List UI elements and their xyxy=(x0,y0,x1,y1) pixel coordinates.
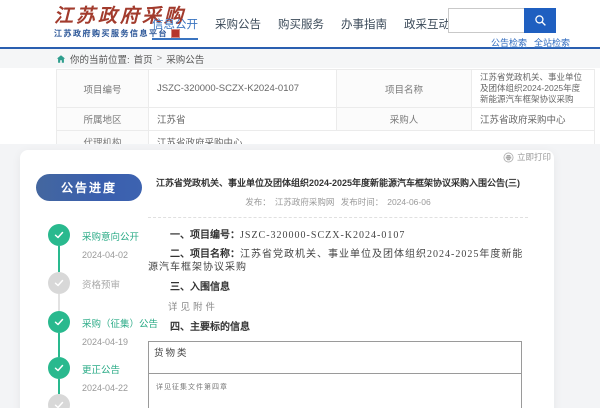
breadcrumb-prefix: 你的当前位置: xyxy=(70,52,130,66)
project-name-value: 江苏省党政机关、事业单位及团体组织2024-2025年度新能源汽车框架协议采购 xyxy=(472,70,595,108)
site-header: 江苏政府采购 江苏政府购买服务信息平台 信息公开 采购公告 购买服务 办事指南 … xyxy=(0,0,600,49)
meta-time-value: 2024-06-06 xyxy=(387,197,430,207)
magnifier-icon xyxy=(534,14,547,27)
breadcrumb-separator: > xyxy=(157,53,163,64)
goods-box: 货物类 详见征集文件第四章 xyxy=(148,341,522,408)
timeline-connector xyxy=(58,379,60,394)
search-links: 公告检索 全站检索 xyxy=(491,36,570,49)
nav-item-information-disclosure[interactable]: 信息公开 xyxy=(152,16,198,32)
meta-source-link[interactable]: 江苏政府采购网 xyxy=(275,197,335,207)
check-icon xyxy=(48,224,70,246)
project-number-value: JSZC-320000-SCZX-K2024-0107 xyxy=(149,70,337,108)
table-row: 所属地区 江苏省 采购人 江苏省政府采购中心 xyxy=(57,108,595,131)
search-input[interactable] xyxy=(448,8,524,33)
section-project-number: 一、项目编号：JSZC-320000-SCZX-K2024-0107 xyxy=(148,229,528,242)
project-info-table: 项目编号 JSZC-320000-SCZX-K2024-0107 项目名称 江苏… xyxy=(56,69,595,154)
timeline-connector xyxy=(58,246,60,272)
check-icon xyxy=(48,311,70,333)
announcement-article: 江苏省党政机关、事业单位及团体组织2024-2025年度新能源汽车框架协议采购入… xyxy=(148,150,528,408)
article-meta: 发布： 江苏政府采购网 发布时间：2024-06-06 xyxy=(148,196,528,208)
nav-item-procurement-announcements[interactable]: 采购公告 xyxy=(215,16,261,32)
purchaser-value: 江苏省政府采购中心 xyxy=(472,108,595,131)
purchaser-label: 采购人 xyxy=(337,108,472,131)
announcement-search-link[interactable]: 公告检索 xyxy=(491,36,527,49)
divider xyxy=(148,217,528,218)
site-search-link[interactable]: 全站检索 xyxy=(534,36,570,49)
meta-time-label: 发布时间： xyxy=(341,197,384,207)
goods-note: 详见征集文件第四章 xyxy=(149,374,521,408)
see-attachment-text: 详见附件 xyxy=(148,299,528,313)
check-icon xyxy=(48,272,70,294)
search-box xyxy=(448,8,556,33)
table-row: 项目编号 JSZC-320000-SCZX-K2024-0107 项目名称 江苏… xyxy=(57,70,595,108)
page: 江苏政府采购 江苏政府购买服务信息平台 信息公开 采购公告 购买服务 办事指南 … xyxy=(0,0,600,408)
house-icon xyxy=(56,54,66,64)
breadcrumb-current: 采购公告 xyxy=(166,52,204,66)
breadcrumb: 你的当前位置: 首页 > 采购公告 xyxy=(0,49,600,68)
article-title: 江苏省党政机关、事业单位及团体组织2024-2025年度新能源汽车框架协议采购入… xyxy=(148,176,528,189)
section-subject-info: 四、主要标的信息 xyxy=(148,321,528,334)
region-label: 所属地区 xyxy=(57,108,149,131)
timeline-connector xyxy=(58,333,60,357)
nav-item-service-guide[interactable]: 办事指南 xyxy=(341,16,387,32)
region-value: 江苏省 xyxy=(149,108,337,131)
breadcrumb-home-link[interactable]: 首页 xyxy=(134,52,153,66)
logo-subtitle: 江苏政府购买服务信息平台 xyxy=(54,28,168,39)
check-icon xyxy=(48,357,70,379)
goods-category: 货物类 xyxy=(149,342,521,374)
progress-panel-title: 公告进度 xyxy=(36,174,142,201)
section-project-name: 二、项目名称：江苏省党政机关、事业单位及团体组织2024-2025年度新能源汽车… xyxy=(148,248,528,274)
check-icon xyxy=(48,394,70,408)
section-shortlist-info: 三、入围信息 xyxy=(148,281,528,294)
timeline-connector xyxy=(58,294,60,311)
nav-item-procurement-interaction[interactable]: 政采互动 xyxy=(404,16,450,32)
project-number-label: 项目编号 xyxy=(57,70,149,108)
meta-source-label: 发布： xyxy=(245,197,271,207)
search-button[interactable] xyxy=(524,8,556,33)
content-card: 立即打印 公告进度 采购意向公开 2024-04-02 xyxy=(20,150,554,408)
nav-item-purchase-services[interactable]: 购买服务 xyxy=(278,16,324,32)
content-area: 立即打印 公告进度 采购意向公开 2024-04-02 xyxy=(0,144,600,408)
project-name-label: 项目名称 xyxy=(337,70,472,108)
